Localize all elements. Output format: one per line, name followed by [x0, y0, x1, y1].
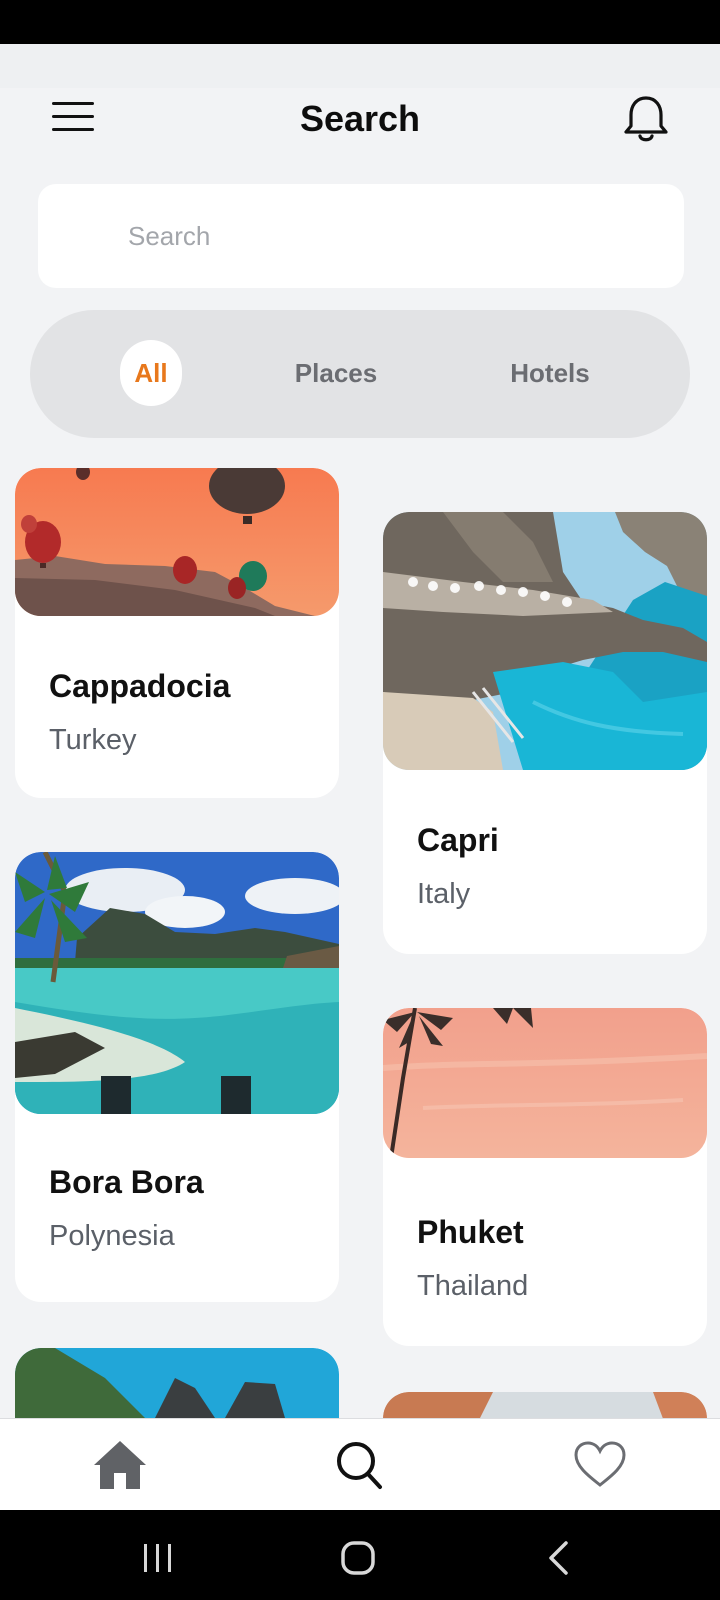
bell-icon[interactable] — [622, 92, 670, 144]
tab-places[interactable]: Places — [276, 340, 396, 406]
destination-name: Capri — [417, 822, 499, 858]
tab-all[interactable]: All — [120, 340, 182, 406]
destination-card-bora-bora[interactable]: Bora Bora Polynesia — [15, 852, 339, 1302]
destination-card-partial[interactable] — [15, 1348, 339, 1418]
tab-hotels[interactable]: Hotels — [490, 340, 610, 406]
bora-bora-image — [15, 852, 339, 1114]
destination-country: Thailand — [417, 1270, 529, 1302]
status-bar — [0, 0, 720, 44]
heart-icon[interactable] — [570, 1437, 630, 1493]
bottom-navigation — [0, 1418, 720, 1510]
search-icon[interactable] — [330, 1437, 390, 1493]
destination-country: Turkey — [49, 724, 137, 756]
partial-image — [15, 1348, 339, 1418]
home-button-icon[interactable] — [338, 1538, 378, 1578]
phuket-image — [383, 1008, 707, 1158]
capri-image — [383, 512, 707, 770]
destination-grid: Cappadocia Turkey Capri Italy Bora Bora … — [0, 460, 720, 1418]
partial-image — [383, 1392, 707, 1418]
destination-name: Cappadocia — [49, 668, 231, 704]
home-icon[interactable] — [90, 1437, 150, 1493]
destination-card-capri[interactable]: Capri Italy — [383, 512, 707, 954]
app-top-strip — [0, 44, 720, 88]
destination-country: Polynesia — [49, 1220, 175, 1252]
destination-card-cappadocia[interactable]: Cappadocia Turkey — [15, 468, 339, 798]
system-navigation-bar — [0, 1510, 720, 1600]
app-header: Search — [0, 88, 720, 152]
recent-apps-icon[interactable] — [138, 1538, 178, 1578]
filter-tabs: All Places Hotels — [30, 310, 690, 438]
search-box — [38, 184, 684, 288]
search-input[interactable] — [128, 214, 648, 258]
page-title: Search — [299, 98, 421, 139]
cappadocia-image — [15, 468, 339, 616]
destination-name: Bora Bora — [49, 1164, 204, 1200]
destination-card-partial[interactable] — [383, 1392, 707, 1418]
destination-name: Phuket — [417, 1214, 524, 1250]
back-icon[interactable] — [540, 1538, 580, 1578]
destination-card-phuket[interactable]: Phuket Thailand — [383, 1008, 707, 1346]
destination-country: Italy — [417, 878, 471, 910]
